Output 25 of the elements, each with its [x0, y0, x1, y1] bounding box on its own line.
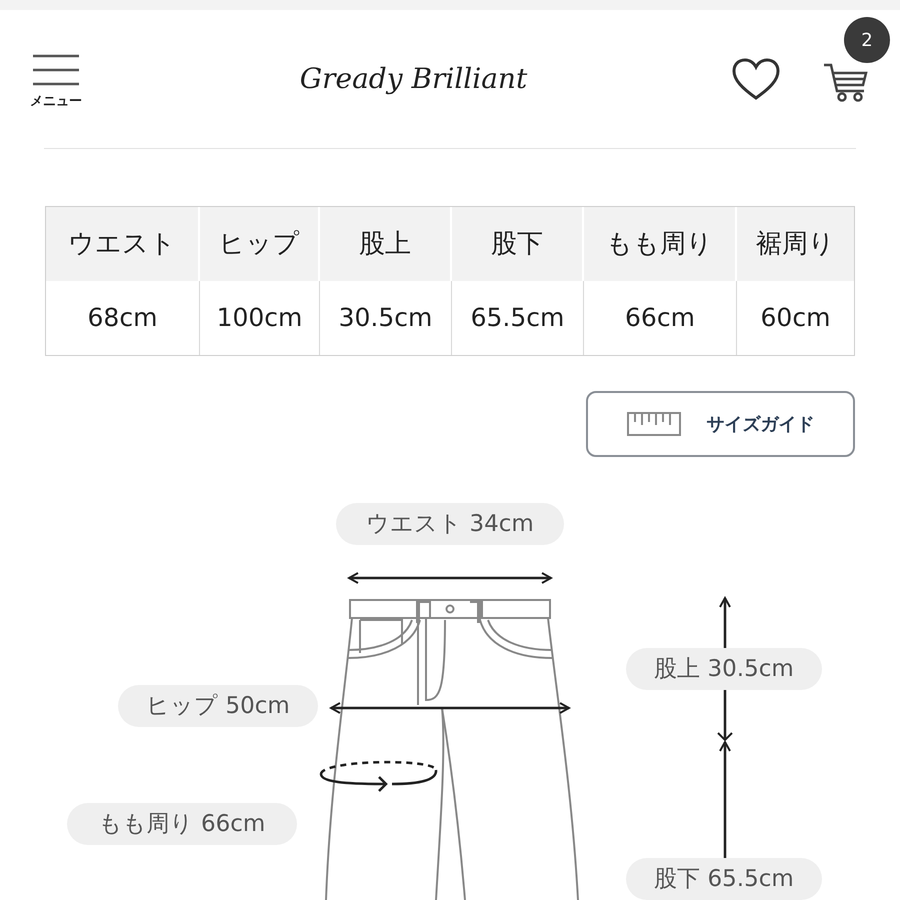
measurement-label: ヒップ 50cm — [118, 685, 318, 727]
measurement-label: ウエスト 34cm — [336, 503, 564, 545]
column-header: ウエスト — [46, 207, 200, 281]
column-header: 股下 — [452, 207, 584, 281]
menu-button[interactable]: メニュー — [25, 54, 87, 112]
cart-icon[interactable] — [822, 61, 870, 103]
heart-icon[interactable] — [732, 58, 780, 100]
menu-icon — [32, 54, 80, 86]
brand-logo[interactable]: Gready Brilliant — [300, 58, 528, 100]
measurement-label: もも周り 66cm — [67, 803, 297, 845]
column-header: もも周り — [584, 207, 737, 281]
table-cell-text: 60cm — [760, 302, 832, 334]
measurement-label: 股上 30.5cm — [626, 648, 822, 690]
size-guide-button[interactable]: サイズガイド — [586, 391, 855, 457]
column-header: 股上 — [320, 207, 452, 281]
table-cell: 65.5cm — [452, 281, 584, 355]
column-header: ヒップ — [200, 207, 320, 281]
column-header: 裾周り — [755, 228, 836, 260]
table-cell: 66cm — [584, 281, 737, 355]
table-cell: 100cm — [200, 281, 320, 355]
cart-count-badge: 2 — [844, 17, 890, 63]
ruler-icon — [626, 412, 680, 436]
table-cell: 68cm — [46, 281, 200, 355]
table-cell: 30.5cm — [320, 281, 452, 355]
measurement-label: 股下 65.5cm — [626, 858, 822, 900]
